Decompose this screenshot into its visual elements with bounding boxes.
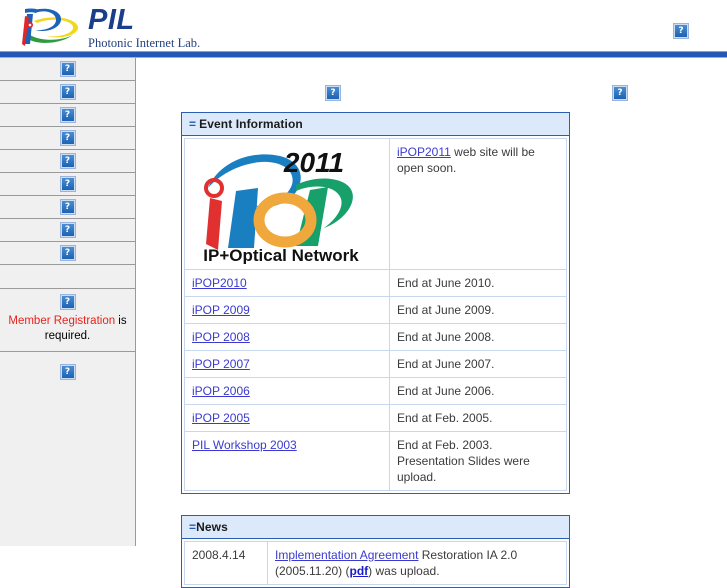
link-ipop2010[interactable]: iPOP2010 [192, 276, 247, 290]
event-note: End at June 2007. [389, 350, 567, 378]
link-ipop2007[interactable]: iPOP 2007 [192, 357, 250, 371]
ipop2011-logo-cell[interactable]: 2011 IP+Optical Network [184, 138, 390, 270]
news-title: News [196, 520, 228, 534]
broken-image-icon: ? [59, 222, 76, 238]
broken-image-icon-header[interactable]: ? [673, 22, 689, 40]
broken-image-icon-right[interactable]: ? [612, 84, 628, 102]
header-divider-bar [0, 51, 727, 58]
link-pil-workshop-2003[interactable]: PIL Workshop 2003 [192, 438, 297, 452]
broken-image-icon-banner: ? [59, 363, 76, 380]
broken-image-glyph: ? [675, 24, 687, 37]
broken-image-icon: ? [59, 153, 76, 169]
event-note: End at June 2009. [389, 296, 567, 324]
table-row: iPOP 2006 End at June 2006. [184, 377, 567, 405]
sidebar-item-8[interactable]: ? [0, 219, 135, 242]
news-body: Implementation Agreement Restoration IA … [267, 541, 567, 585]
event-note: End at Feb. 2005. [389, 404, 567, 432]
pil-logo-text: PIL Photonic Internet Lab. [88, 5, 200, 50]
table-row: PIL Workshop 2003 End at Feb. 2003. Pres… [184, 431, 567, 491]
link-ipop2006[interactable]: iPOP 2006 [192, 384, 250, 398]
broken-image-icon: ? [59, 245, 76, 261]
featured-event-note: iPOP2011 web site will be open soon. [389, 138, 567, 270]
main-content: ? ? = Event Information 2011 IP+Optical … [136, 58, 727, 588]
sidebar-item-1[interactable]: ? [0, 58, 135, 81]
broken-image-icon: ? [59, 130, 76, 146]
event-note: End at June 2010. [389, 269, 567, 297]
member-note-text: Member Registration is required. [6, 314, 129, 344]
event-information-title: Event Information [199, 117, 303, 131]
member-registration-link[interactable]: Member Registration [8, 315, 115, 327]
event-note: End at June 2006. [389, 377, 567, 405]
news-text-c: ) was upload. [368, 564, 440, 578]
site-subtitle: Photonic Internet Lab. [88, 36, 201, 50]
event-note-line2: Presentation Slides were upload. [397, 454, 530, 484]
ipop-logo-year: 2011 [283, 147, 344, 178]
sidebar-item-6[interactable]: ? [0, 173, 135, 196]
table-row: iPOP 2005 End at Feb. 2005. [184, 404, 567, 432]
page-layout: ? ? ? ? ? ? ? ? ? ? Member Registration … [0, 58, 727, 588]
table-row: iPOP 2009 End at June 2009. [184, 296, 567, 324]
sidebar-spacer [0, 265, 135, 289]
broken-image-icon: ? [59, 61, 76, 77]
broken-image-icon: ? [59, 199, 76, 215]
broken-image-icon-center[interactable]: ? [325, 84, 341, 102]
table-row: iPOP 2008 End at June 2008. [184, 323, 567, 351]
broken-image-icon: ? [59, 176, 76, 192]
broken-image-icon: ? [59, 84, 76, 100]
link-ipop2008[interactable]: iPOP 2008 [192, 330, 250, 344]
site-header: PIL Photonic Internet Lab. ? [0, 0, 727, 51]
top-banner-row: ? ? [136, 58, 727, 112]
news-text-a: Restoration IA 2.0 [418, 548, 518, 562]
event-note: End at June 2008. [389, 323, 567, 351]
sidebar-item-2[interactable]: ? [0, 81, 135, 104]
sidebar-bottom-banner[interactable]: ? [0, 352, 135, 381]
link-implementation-agreement[interactable]: Implementation Agreement [275, 548, 418, 562]
table-row: 2008.4.14 Implementation Agreement Resto… [184, 541, 567, 585]
news-panel: =News 2008.4.14 Implementation Agreement… [181, 515, 570, 588]
link-ipop2009[interactable]: iPOP 2009 [192, 303, 250, 317]
table-row: iPOP2010 End at June 2010. [184, 269, 567, 297]
news-date: 2008.4.14 [184, 541, 268, 585]
section-marker-icon: = [189, 117, 197, 131]
broken-image-icon-member[interactable]: ? [59, 293, 76, 310]
event-note: End at Feb. 2003. Presentation Slides we… [389, 431, 567, 491]
table-row-featured: 2011 IP+Optical Network iPOP2011 web sit… [184, 138, 567, 270]
sidebar-item-4[interactable]: ? [0, 127, 135, 150]
sidebar-member-note: ? Member Registration is required. [0, 289, 135, 352]
sidebar-item-5[interactable]: ? [0, 150, 135, 173]
table-row: iPOP 2007 End at June 2007. [184, 350, 567, 378]
sidebar: ? ? ? ? ? ? ? ? ? ? Member Registration … [0, 58, 136, 546]
event-information-table: 2011 IP+Optical Network iPOP2011 web sit… [184, 138, 567, 491]
event-note-line1: End at Feb. 2003. [397, 438, 493, 452]
link-ipop2011[interactable]: iPOP2011 [397, 145, 451, 159]
broken-image-icon: ? [59, 107, 76, 123]
sidebar-item-9[interactable]: ? [0, 242, 135, 265]
sidebar-item-7[interactable]: ? [0, 196, 135, 219]
pil-logo-mark[interactable] [12, 4, 82, 48]
event-information-panel: = Event Information 2011 IP+Optical Netw… [181, 112, 570, 494]
news-table: 2008.4.14 Implementation Agreement Resto… [184, 541, 567, 585]
link-ipop2005[interactable]: iPOP 2005 [192, 411, 250, 425]
link-pdf[interactable]: pdf [350, 564, 369, 578]
news-text-b: (2005.11.20) ( [275, 564, 350, 578]
event-information-header: = Event Information [182, 113, 569, 136]
site-title: PIL [88, 4, 135, 36]
sidebar-item-3[interactable]: ? [0, 104, 135, 127]
news-header: =News [182, 516, 569, 539]
ipop-logo-tagline: IP+Optical Network [203, 246, 359, 264]
ipop-2011-logo: 2011 IP+Optical Network [203, 147, 359, 264]
